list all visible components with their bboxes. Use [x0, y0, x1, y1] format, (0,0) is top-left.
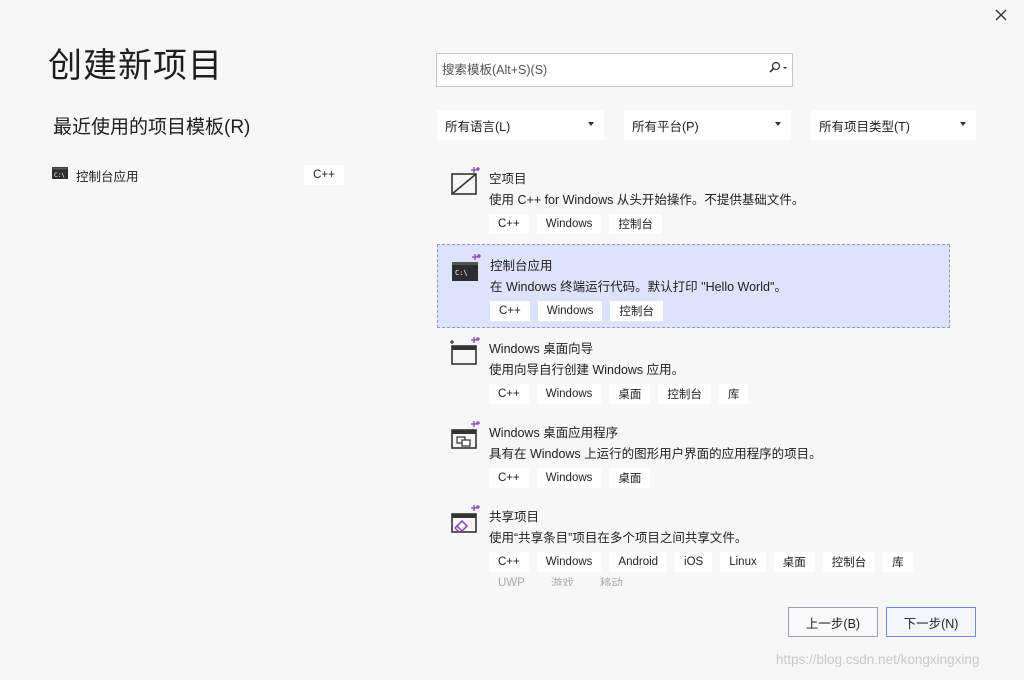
svg-text:C:\: C:\ — [54, 172, 65, 179]
template-description: 使用向导自行创建 Windows 应用。 — [489, 363, 685, 377]
template-description: 使用“共享条目”项目在多个项目之间共享文件。 — [489, 531, 748, 545]
template-list[interactable]: 空项目 使用 C++ for Windows 从头开始操作。不提供基础文件。 C… — [437, 158, 950, 586]
chevron-down-icon — [588, 122, 594, 126]
tag: 控制台 — [822, 552, 876, 572]
template-description: 使用 C++ for Windows 从头开始操作。不提供基础文件。 — [489, 193, 805, 207]
template-empty-project[interactable]: 空项目 使用 C++ for Windows 从头开始操作。不提供基础文件。 C… — [437, 158, 950, 242]
close-icon — [995, 8, 1007, 26]
template-tags: C++ Windows Android iOS Linux 桌面 控制台 库 — [489, 552, 913, 572]
tag: C++ — [490, 301, 530, 321]
svg-text:C:\: C:\ — [455, 269, 468, 277]
template-desktop-wizard[interactable]: Windows 桌面向导 使用向导自行创建 Windows 应用。 C++ Wi… — [437, 328, 950, 412]
template-name: Windows 桌面应用程序 — [489, 426, 619, 440]
tag: 移动 — [599, 578, 623, 586]
tag: Windows — [536, 552, 602, 572]
template-shared-project[interactable]: 共享项目 使用“共享条目”项目在多个项目之间共享文件。 C++ Windows … — [437, 496, 950, 586]
platform-filter-dropdown[interactable]: 所有平台(P) — [624, 110, 791, 140]
tag: 控制台 — [658, 384, 711, 404]
tag: C++ — [489, 468, 529, 488]
tag: C++ — [489, 552, 529, 572]
search-input[interactable] — [437, 63, 764, 77]
template-description: 在 Windows 终端运行代码。默认打印 "Hello World"。 — [490, 280, 787, 294]
tag: C++ — [489, 384, 529, 404]
tag: C++ — [489, 214, 529, 234]
tag: Windows — [536, 384, 602, 404]
desktop-wizard-icon — [449, 336, 481, 368]
tag: 库 — [718, 384, 749, 404]
template-tags: C++ Windows 控制台 — [489, 214, 662, 234]
desktop-app-icon — [449, 420, 481, 452]
tag: Windows — [537, 301, 603, 321]
search-box — [436, 53, 793, 87]
chevron-down-icon — [775, 122, 781, 126]
tag: 桌面 — [773, 552, 815, 572]
page-title: 创建新项目 — [48, 47, 223, 85]
language-filter-dropdown[interactable]: 所有语言(L) — [437, 110, 604, 140]
template-desktop-app[interactable]: Windows 桌面应用程序 具有在 Windows 上运行的图形用户界面的应用… — [437, 412, 950, 496]
template-name: Windows 桌面向导 — [489, 342, 594, 356]
tag: iOS — [675, 552, 713, 572]
shared-project-icon — [449, 504, 481, 536]
recent-item-console-app[interactable]: C:\ 控制台应用 C++ — [52, 162, 346, 188]
template-console-app[interactable]: C:\ 控制台应用 在 Windows 终端运行代码。默认打印 "Hello W… — [437, 244, 950, 328]
tag: Windows — [536, 214, 602, 234]
console-app-icon: C:\ — [450, 253, 482, 285]
recent-item-tag: C++ — [304, 165, 344, 185]
tag: 游戏 — [550, 578, 574, 586]
tag: Linux — [720, 552, 766, 572]
close-button[interactable] — [990, 6, 1012, 28]
template-tags: C++ Windows 控制台 — [490, 301, 663, 321]
back-button[interactable]: 上一步(B) — [788, 607, 878, 637]
console-app-icon: C:\ — [52, 166, 68, 184]
recent-item-label: 控制台应用 — [76, 169, 139, 184]
tag: 桌面 — [609, 384, 651, 404]
platform-filter-label: 所有平台(P) — [632, 119, 699, 134]
template-extra-tags: UWP 游戏 移动 — [489, 573, 632, 586]
tag: 控制台 — [610, 301, 663, 321]
template-name: 控制台应用 — [490, 259, 553, 273]
language-filter-label: 所有语言(L) — [445, 119, 511, 134]
project-type-filter-label: 所有项目类型(T) — [819, 119, 910, 134]
tag: UWP — [498, 577, 525, 586]
tag: 库 — [883, 552, 913, 572]
tag: Android — [609, 552, 668, 572]
empty-project-icon — [449, 166, 481, 198]
chevron-down-icon — [960, 122, 966, 126]
tag: 桌面 — [609, 468, 651, 488]
search-dropdown[interactable] — [764, 54, 792, 86]
search-icon — [768, 61, 788, 80]
template-tags: C++ Windows 桌面 — [489, 468, 651, 488]
template-name: 空项目 — [489, 172, 527, 186]
tag: 控制台 — [609, 214, 662, 234]
watermark: https://blog.csdn.net/kongxingxing — [776, 652, 980, 667]
template-name: 共享项目 — [489, 510, 540, 524]
template-tags: C++ Windows 桌面 控制台 库 — [489, 384, 749, 404]
template-description: 具有在 Windows 上运行的图形用户界面的应用程序的项目。 — [489, 447, 822, 461]
recent-templates-heading: 最近使用的项目模板(R) — [53, 117, 251, 138]
project-type-filter-dropdown[interactable]: 所有项目类型(T) — [811, 110, 976, 140]
next-button[interactable]: 下一步(N) — [886, 607, 976, 637]
tag: Windows — [536, 468, 602, 488]
